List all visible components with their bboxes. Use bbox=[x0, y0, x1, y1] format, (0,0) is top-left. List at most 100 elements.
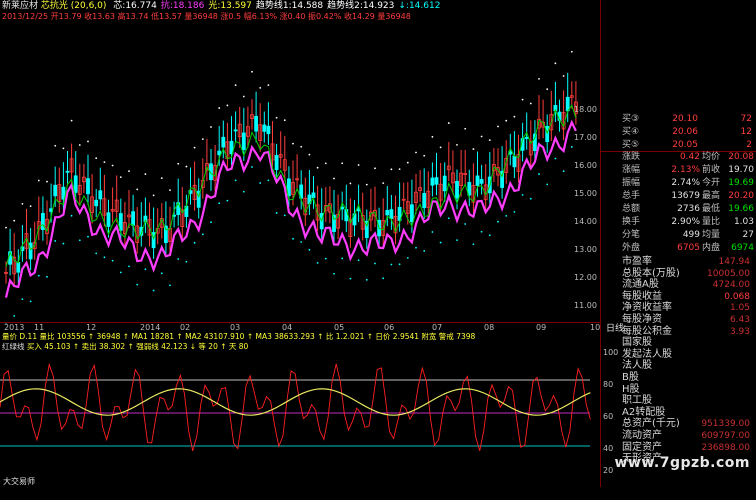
quote-value: 19.66 bbox=[728, 204, 754, 214]
resistance-dot bbox=[554, 62, 557, 65]
support-dot bbox=[292, 237, 294, 240]
quote-value: 19.69 bbox=[728, 178, 754, 188]
fundamental-label: 市盈率 bbox=[622, 256, 652, 267]
resistance-dot bbox=[275, 116, 278, 119]
support-dot bbox=[529, 197, 532, 200]
candle-body bbox=[94, 199, 99, 207]
resistance-dot bbox=[144, 173, 147, 175]
resistance-dot bbox=[218, 107, 221, 109]
resistance-dot bbox=[439, 146, 442, 149]
candle-body bbox=[131, 211, 136, 226]
support-dot bbox=[349, 277, 352, 280]
resistance-dot bbox=[152, 194, 155, 197]
fundamental-label: 职工股 bbox=[622, 395, 652, 407]
resistance-dot bbox=[423, 154, 426, 157]
quote-value: 2736 bbox=[677, 204, 700, 214]
fundamental-label: 发起法人股 bbox=[622, 348, 672, 360]
resistance-dot bbox=[488, 139, 491, 142]
sub-indicator-chart[interactable] bbox=[0, 330, 600, 480]
signal-line bbox=[0, 388, 591, 416]
candle-body bbox=[266, 125, 271, 135]
support-dot bbox=[87, 235, 89, 238]
support-dot bbox=[144, 268, 147, 271]
quote-value: 2.74% bbox=[671, 178, 700, 188]
quote-value: 20.20 bbox=[728, 191, 754, 201]
indicator-value-5: ↓:14.612 bbox=[398, 1, 441, 11]
resistance-dot bbox=[333, 177, 335, 180]
resistance-dot bbox=[267, 84, 270, 87]
orderbook-price: 20.06 bbox=[672, 127, 698, 137]
quote-row: 涨幅 2.13% 前收 19.70 bbox=[600, 164, 756, 177]
fundamental-label: 每股公积金 bbox=[622, 325, 672, 337]
support-dot bbox=[46, 275, 48, 278]
indicator-value-2: 光:13.597 bbox=[208, 1, 252, 11]
orderbook-volume: 12 bbox=[740, 127, 752, 137]
candle-body bbox=[16, 262, 21, 273]
fundamental-label: 流动资产 bbox=[622, 430, 662, 441]
fundamental-label: 净资收益率 bbox=[622, 302, 672, 314]
support-dot bbox=[374, 262, 376, 265]
candle-body bbox=[73, 175, 78, 193]
fundamental-label: 国家股 bbox=[622, 337, 652, 349]
support-dot bbox=[464, 223, 467, 225]
resistance-dot bbox=[169, 189, 171, 192]
quote-row: 涨跌 0.42 均价 20.08 bbox=[600, 151, 756, 164]
fundamental-value: 3.93 bbox=[729, 326, 750, 337]
candle-body bbox=[98, 190, 103, 200]
resistance-dot bbox=[415, 151, 417, 154]
price-chart[interactable] bbox=[0, 0, 600, 325]
support-dot bbox=[152, 289, 155, 292]
orderbook-row: 买④ 20.06 12 bbox=[600, 126, 756, 139]
fundamental-value: 6.43 bbox=[729, 315, 750, 325]
resistance-dot bbox=[13, 219, 16, 222]
support-dot bbox=[136, 283, 139, 286]
candle-body bbox=[262, 124, 267, 132]
candlestick-chart bbox=[4, 50, 578, 324]
bar-info-line: 2013/12/25 开13.79 收13.63 高13.74 低13.57 量… bbox=[2, 11, 411, 22]
resistance-dot bbox=[136, 188, 139, 191]
quote-label: 换手 bbox=[622, 217, 641, 227]
support-dot bbox=[456, 239, 458, 242]
quote-value: 13679 bbox=[671, 191, 700, 201]
candle-body bbox=[53, 184, 58, 197]
support-dot bbox=[390, 263, 393, 266]
fundamental-label: 总股本(万股) bbox=[622, 267, 680, 279]
fundamental-row: H股 bbox=[600, 384, 756, 396]
support-dot bbox=[29, 300, 32, 303]
fundamental-value: 236898.00 bbox=[701, 442, 750, 453]
quote-value: 499 bbox=[682, 230, 700, 240]
resistance-dot bbox=[505, 119, 508, 122]
resistance-dot bbox=[103, 161, 106, 164]
quote-value: 0.42 bbox=[679, 152, 700, 162]
support-dot bbox=[193, 241, 196, 244]
support-dot bbox=[406, 256, 409, 259]
indicator-values: 芯:16.774 抗:18.186 光:13.597 趋势线1:14.588 趋势线2:… bbox=[109, 1, 440, 11]
support-dot bbox=[177, 258, 180, 260]
resistance-dot bbox=[316, 166, 319, 169]
support-dot bbox=[259, 182, 262, 184]
quote-value: 20.08 bbox=[728, 152, 754, 162]
resistance-dot bbox=[242, 95, 245, 98]
resistance-dot bbox=[54, 144, 57, 147]
support-dot bbox=[251, 166, 253, 168]
fundamental-row: 流通A股 4724.00 bbox=[600, 279, 756, 291]
resistance-dot bbox=[562, 75, 565, 77]
support-dot bbox=[283, 214, 286, 217]
support-dot bbox=[234, 179, 237, 182]
resistance-dot bbox=[111, 164, 114, 167]
resistance-dot bbox=[365, 183, 368, 186]
support-dot bbox=[54, 240, 57, 242]
resistance-dot bbox=[472, 148, 475, 150]
support-dot bbox=[554, 157, 557, 160]
resistance-dot bbox=[324, 162, 327, 165]
quote-value: 6974 bbox=[731, 243, 754, 253]
candle-body bbox=[233, 129, 238, 132]
resistance-dot bbox=[128, 170, 130, 173]
resistance-dot bbox=[193, 146, 196, 149]
support-dot bbox=[70, 214, 73, 217]
quote-value: 1.03 bbox=[733, 217, 754, 227]
candle-body bbox=[254, 115, 259, 132]
quote-label: 振幅 bbox=[622, 178, 641, 188]
candle-body bbox=[385, 210, 390, 216]
resistance-dot bbox=[210, 126, 212, 128]
